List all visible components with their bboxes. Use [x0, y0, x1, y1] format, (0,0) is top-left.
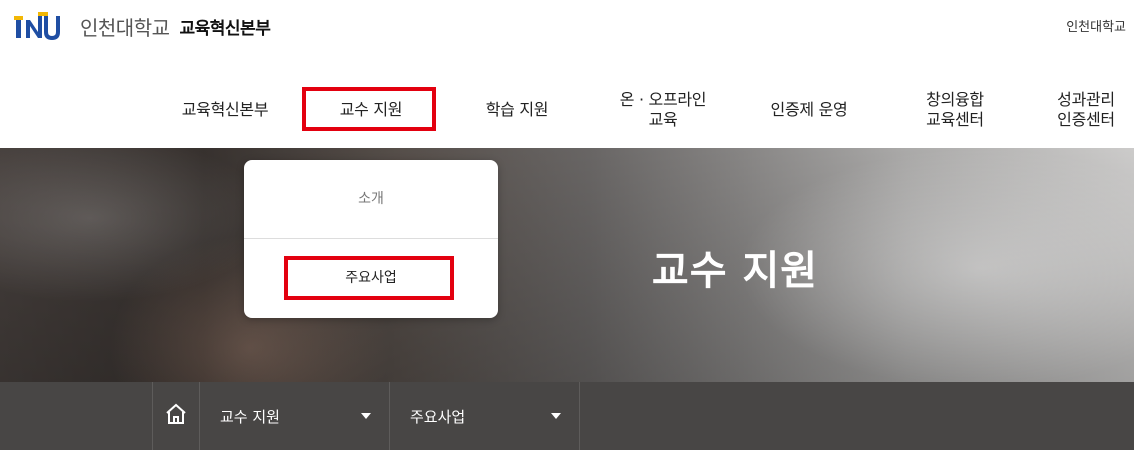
department-name: 교육혁신본부 — [179, 18, 271, 39]
breadcrumb-label: 교수 지원 — [220, 407, 280, 426]
breadcrumb: 교수 지원 주요사업 — [0, 382, 1134, 450]
home-icon — [164, 402, 188, 430]
nav-item-online-offline-education[interactable]: 온 · 오프라인 교육 — [590, 72, 736, 148]
breadcrumb-dropdown-faculty-support[interactable]: 교수 지원 — [200, 382, 390, 450]
nav-item-learning-support[interactable]: 학습 지원 — [444, 72, 590, 148]
nav-item-innovation-hq[interactable]: 교육혁신본부 — [152, 72, 298, 148]
nav-item-label: 교수 지원 — [339, 100, 403, 119]
caret-down-icon — [361, 413, 371, 419]
brand-name: 인천대학교 — [80, 15, 170, 40]
breadcrumb-label: 주요사업 — [410, 407, 466, 426]
nav-item-performance-center[interactable]: 성과관리 인증센터 — [1028, 72, 1134, 148]
breadcrumb-dropdown-main-projects[interactable]: 주요사업 — [390, 382, 580, 450]
highlight-box — [284, 256, 454, 300]
home-button[interactable] — [152, 382, 200, 450]
nav-item-creative-convergence-center[interactable]: 창의융합 교육센터 — [882, 72, 1028, 148]
caret-down-icon — [551, 413, 561, 419]
submenu-dropdown: 소개 주요사업 — [244, 160, 498, 318]
site-logo[interactable]: 인천대학교 교육혁신본부 — [14, 10, 271, 42]
nav-item-faculty-support[interactable]: 교수 지원 — [298, 72, 444, 148]
hero-title: 교수 지원 — [651, 248, 819, 294]
university-link[interactable]: 인천대학교 — [1066, 16, 1126, 35]
hero-background-image — [0, 148, 1134, 382]
top-header: 인천대학교 교육혁신본부 인천대학교 — [0, 0, 1134, 72]
hero-banner: 교수 지원 — [0, 148, 1134, 382]
inu-logo-icon — [14, 10, 74, 42]
nav-item-certification[interactable]: 인증제 운영 — [736, 72, 882, 148]
main-nav: 교육혁신본부 교수 지원 학습 지원 온 · 오프라인 교육 인증제 운영 창의… — [0, 72, 1134, 148]
submenu-item-intro[interactable]: 소개 — [244, 160, 498, 239]
